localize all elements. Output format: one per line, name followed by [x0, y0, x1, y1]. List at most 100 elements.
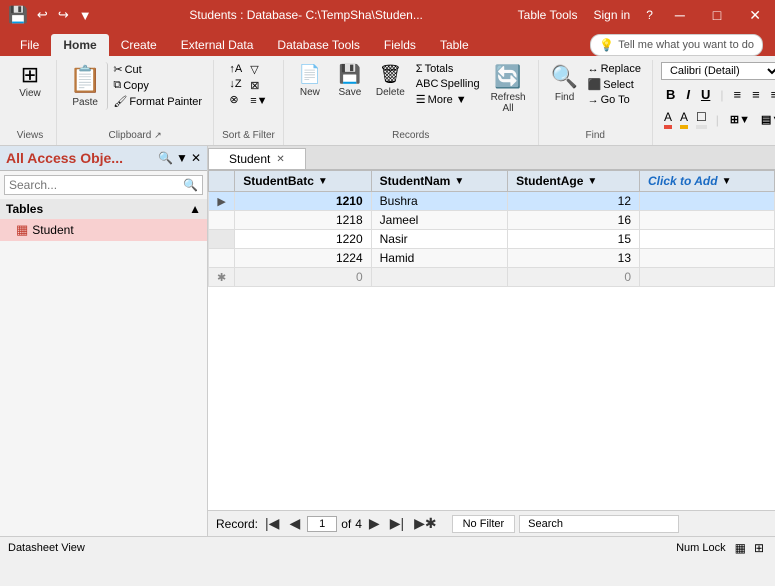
toggle-filter-button[interactable]: ⊠ [247, 78, 270, 93]
tab-fields[interactable]: Fields [372, 34, 428, 56]
next-record-btn[interactable]: ▶ [366, 514, 383, 533]
maximize-btn[interactable]: □ [707, 5, 727, 25]
extra-cell-4[interactable] [640, 249, 775, 268]
new-batch-cell[interactable]: 0 [235, 268, 371, 287]
save-icon[interactable]: 💾 [8, 5, 28, 25]
col-header-age[interactable]: StudentAge ▼ [508, 171, 640, 192]
new-record-button[interactable]: 📄 New [292, 62, 328, 100]
new-extra-cell[interactable] [640, 268, 775, 287]
qat-dropdown[interactable]: ▼ [76, 6, 95, 25]
name-cell-4[interactable]: Hamid [371, 249, 507, 268]
table-container[interactable]: StudentBatc ▼ StudentNam ▼ [208, 170, 775, 510]
paste-button[interactable]: 📋 Paste [65, 62, 108, 110]
table-row[interactable]: ▶ 1210 Bushra 12 [209, 192, 775, 211]
highlight-color-button[interactable]: A [677, 109, 691, 130]
col-header-batch[interactable]: StudentBatc ▼ [235, 171, 371, 192]
table-row[interactable]: 1218 Jameel 16 [209, 211, 775, 230]
col-header-name[interactable]: StudentNam ▼ [371, 171, 507, 192]
tab-table[interactable]: Table [428, 34, 481, 56]
sort-descending-button[interactable]: ↓Z [226, 77, 245, 91]
table-row[interactable]: 1224 Hamid 13 [209, 249, 775, 268]
search-input[interactable] [519, 515, 679, 533]
sidebar-close-icon[interactable]: ✕ [191, 151, 201, 165]
table-row[interactable]: 1220 Nasir 15 [209, 230, 775, 249]
prev-record-btn[interactable]: ◀ [286, 514, 303, 533]
view-button[interactable]: ⊞ View [12, 62, 48, 101]
name-cell-3[interactable]: Nasir [371, 230, 507, 249]
tables-section-header[interactable]: Tables ▲ [0, 199, 207, 219]
bold-button[interactable]: B [661, 85, 680, 104]
background-color-button[interactable]: ☐ [693, 109, 710, 130]
filter-button[interactable]: ▽ [247, 62, 270, 77]
batch-cell-4[interactable]: 1224 [235, 249, 371, 268]
extra-cell-2[interactable] [640, 211, 775, 230]
first-record-btn[interactable]: |◀ [262, 514, 282, 533]
alt-fill-btn[interactable]: ▤▼ [756, 111, 775, 128]
tab-home[interactable]: Home [51, 34, 108, 56]
age-cell-3[interactable]: 15 [508, 230, 640, 249]
batch-cell-2[interactable]: 1218 [235, 211, 371, 230]
extra-cell-3[interactable] [640, 230, 775, 249]
select-button[interactable]: ⬛ Select [585, 77, 644, 92]
sidebar-search-input[interactable] [9, 178, 183, 192]
more-button[interactable]: ☰ More ▼ [413, 92, 483, 107]
sidebar-search-icon[interactable]: 🔍 [158, 151, 173, 165]
new-name-cell[interactable] [371, 268, 507, 287]
replace-button[interactable]: ↔ Replace [585, 62, 644, 76]
batch-cell-3[interactable]: 1220 [235, 230, 371, 249]
tab-external-data[interactable]: External Data [169, 34, 266, 56]
student-table-item[interactable]: ▦ Student [0, 219, 207, 241]
doc-tab-close-btn[interactable]: ✕ [276, 154, 284, 165]
new-age-cell[interactable]: 0 [508, 268, 640, 287]
last-record-btn[interactable]: ▶| [387, 514, 407, 533]
sidebar-search-box[interactable]: 🔍 [4, 175, 203, 195]
no-filter-btn[interactable]: No Filter [452, 515, 516, 533]
advanced-filter-button[interactable]: ≡▼ [247, 94, 270, 108]
batch-cell-1[interactable]: 1210 [235, 192, 371, 211]
goto-button[interactable]: → Go To [585, 93, 644, 107]
delete-record-button[interactable]: 🗑 Delete [372, 62, 409, 100]
age-cell-4[interactable]: 13 [508, 249, 640, 268]
font-color-button[interactable]: A [661, 109, 675, 130]
spelling-button[interactable]: ABC Spelling [413, 77, 483, 91]
find-button[interactable]: 🔍 Find [547, 62, 583, 105]
name-cell-1[interactable]: Bushra [371, 192, 507, 211]
sidebar-menu-icon[interactable]: ▼ [176, 151, 188, 165]
tab-file[interactable]: File [8, 34, 51, 56]
left-align-btn[interactable]: ≡ [728, 85, 746, 104]
refresh-all-button[interactable]: 🔄 RefreshAll [487, 62, 530, 116]
col-header-click-to-add[interactable]: Click to Add ▼ [640, 171, 775, 192]
minimize-btn[interactable]: ─ [669, 5, 691, 25]
cut-button[interactable]: ✂ Cut [110, 62, 205, 77]
close-btn[interactable]: ✕ [743, 5, 767, 26]
name-cell-2[interactable]: Jameel [371, 211, 507, 230]
student-doc-tab[interactable]: Student ✕ [208, 148, 306, 169]
grid-lines-btn[interactable]: ⊞▼ [725, 111, 755, 128]
extra-cell-1[interactable] [640, 192, 775, 211]
pivot-table-btn[interactable]: ⊞ [751, 540, 767, 556]
tell-me-box[interactable]: 💡 Tell me what you want to do [590, 34, 763, 56]
format-painter-button[interactable]: 🖌 Format Painter [110, 94, 205, 109]
remove-sort-button[interactable]: ⊗ [226, 92, 245, 107]
datasheet-view-btn[interactable]: ▦ [732, 540, 749, 556]
signin-btn[interactable]: Sign in [593, 8, 630, 22]
totals-button[interactable]: Σ Totals [413, 62, 483, 76]
new-record-nav-btn[interactable]: ▶✱ [411, 514, 440, 533]
help-btn[interactable]: ? [646, 8, 653, 22]
copy-button[interactable]: ⧉ Copy [110, 78, 205, 93]
tab-create[interactable]: Create [109, 34, 169, 56]
redo-btn[interactable]: ↪ [55, 5, 72, 25]
right-align-btn[interactable]: ≡ [766, 85, 775, 104]
current-record-input[interactable] [307, 516, 337, 532]
sort-ascending-button[interactable]: ↑A [226, 62, 245, 76]
save-record-button[interactable]: 💾 Save [332, 62, 368, 100]
age-cell-2[interactable]: 16 [508, 211, 640, 230]
font-family-select[interactable]: Calibri (Detail) [661, 62, 775, 80]
tab-database-tools[interactable]: Database Tools [265, 34, 372, 56]
underline-button[interactable]: U [696, 85, 715, 104]
new-record-row[interactable]: ✱ 0 0 [209, 268, 775, 287]
age-cell-1[interactable]: 12 [508, 192, 640, 211]
undo-btn[interactable]: ↩ [34, 5, 51, 25]
italic-button[interactable]: I [681, 85, 695, 104]
center-align-btn[interactable]: ≡ [747, 85, 765, 104]
